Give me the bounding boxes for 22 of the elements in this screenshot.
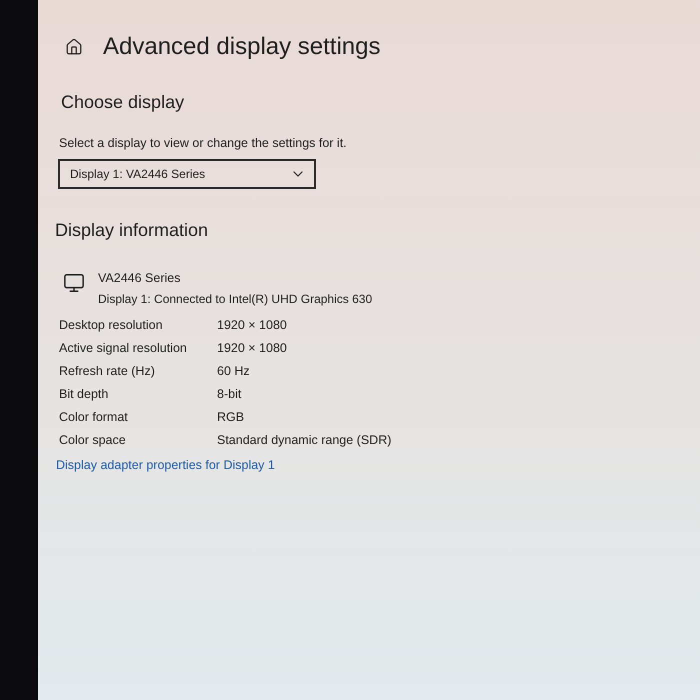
page-title: Advanced display settings (103, 32, 380, 62)
info-value: 60 Hz (217, 363, 251, 380)
info-value: 8-bit (217, 386, 242, 403)
info-label: Color space (59, 432, 127, 449)
info-label: Bit depth (59, 386, 110, 403)
connection-text: Display 1: Connected to Intel(R) UHD Graphics 630 (98, 291, 372, 308)
description-text: Select a display to view or change the settings for it. (59, 135, 348, 151)
display-dropdown[interactable]: Display 1: VA2446 Series (58, 159, 316, 189)
adapter-properties-link[interactable]: Display adapter properties for Display 1 (56, 456, 275, 474)
monitor-name: VA2446 Series (98, 270, 182, 287)
info-value: 1920 × 1080 (217, 340, 288, 357)
info-value: 1920 × 1080 (217, 317, 288, 334)
info-value: Standard dynamic range (SDR) (217, 432, 392, 449)
info-label: Desktop resolution (59, 317, 164, 334)
section-heading: Choose display (61, 91, 186, 114)
info-label: Active signal resolution (59, 340, 188, 357)
info-label: Color format (59, 409, 129, 426)
info-value: RGB (217, 409, 246, 426)
section-heading: Display information (55, 219, 210, 242)
home-icon[interactable] (65, 38, 83, 56)
info-label: Refresh rate (Hz) (59, 363, 156, 380)
monitor-icon (63, 272, 85, 294)
